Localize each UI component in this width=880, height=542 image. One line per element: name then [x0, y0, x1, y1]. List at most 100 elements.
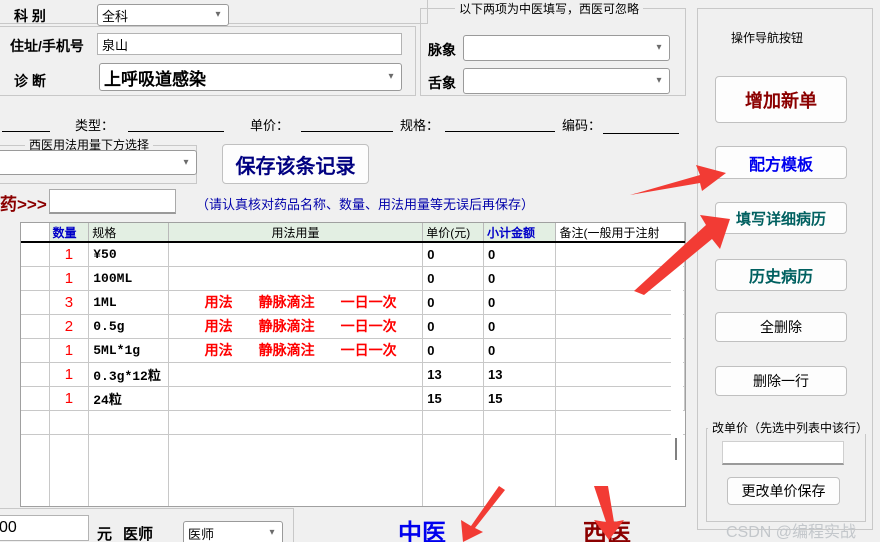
- table-row[interactable]: 1 24粒 15 15: [21, 386, 685, 411]
- save-record-button[interactable]: 保存该条记录: [222, 144, 369, 184]
- cell-empty[interactable]: [422, 434, 485, 458]
- spec-underline[interactable]: [445, 131, 555, 132]
- cell-usage[interactable]: [168, 362, 424, 387]
- cell-price[interactable]: 15: [422, 386, 485, 411]
- code-underline[interactable]: [603, 133, 679, 134]
- cell-subtotal[interactable]: 15: [483, 386, 557, 411]
- cell-empty[interactable]: [168, 482, 424, 506]
- cell-remark[interactable]: [555, 362, 685, 387]
- address-input[interactable]: 泉山: [97, 33, 402, 55]
- cell-spec[interactable]: 100ML: [88, 266, 169, 291]
- cell-remark[interactable]: [555, 338, 685, 363]
- cell-empty[interactable]: [21, 482, 50, 506]
- drug-search-input[interactable]: [49, 189, 176, 214]
- cell-empty[interactable]: [88, 458, 169, 482]
- col-header-spec[interactable]: 规格: [88, 223, 169, 243]
- diagnosis-combo[interactable]: 上呼吸道感染 ▾: [99, 63, 402, 91]
- cell-empty[interactable]: [49, 434, 90, 458]
- cell-subtotal[interactable]: 0: [483, 266, 557, 291]
- save-price-button[interactable]: 更改单价保存: [727, 477, 840, 505]
- cell-empty[interactable]: [556, 458, 685, 482]
- col-header-name[interactable]: [21, 223, 50, 243]
- table-row[interactable]: 1 100ML 0 0: [21, 266, 685, 291]
- cell-empty[interactable]: [168, 410, 424, 435]
- tongue-combo[interactable]: ▾: [463, 68, 670, 94]
- cell-spec[interactable]: 0.5g: [88, 314, 169, 339]
- delete-row-button[interactable]: 删除一行: [715, 366, 847, 396]
- cell-empty[interactable]: [483, 434, 557, 458]
- table-row-empty[interactable]: [21, 410, 685, 435]
- cell-empty[interactable]: [556, 434, 685, 458]
- cell-price[interactable]: 0: [422, 266, 485, 291]
- cell-price[interactable]: 13: [422, 362, 485, 387]
- cell-qty[interactable]: 1: [49, 266, 90, 291]
- doctor-combo[interactable]: 医师 ▾: [183, 521, 283, 542]
- cell-price[interactable]: 0: [422, 314, 485, 339]
- cell-remark[interactable]: [555, 386, 685, 411]
- cell-empty[interactable]: [88, 410, 169, 435]
- unit-price-underline[interactable]: [301, 131, 393, 132]
- cell-name[interactable]: [21, 266, 50, 291]
- table-scrollbar-thumb[interactable]: [675, 438, 677, 460]
- cell-name[interactable]: [21, 386, 50, 411]
- total-amount-input[interactable]: 00: [0, 515, 89, 541]
- cell-empty[interactable]: [88, 482, 169, 506]
- table-row[interactable]: 1 0.3g*12粒 13 13: [21, 362, 685, 387]
- cell-empty[interactable]: [88, 434, 169, 458]
- formula-template-button[interactable]: 配方模板: [715, 146, 847, 179]
- cell-remark[interactable]: [555, 266, 685, 291]
- cell-subtotal[interactable]: 13: [483, 362, 557, 387]
- cell-subtotal[interactable]: 0: [483, 242, 557, 267]
- price-edit-input[interactable]: [722, 441, 844, 465]
- table-row-empty[interactable]: [21, 458, 685, 482]
- cell-empty[interactable]: [21, 410, 50, 435]
- col-header-qty[interactable]: 数量: [49, 223, 90, 243]
- cell-empty[interactable]: [49, 482, 90, 506]
- delete-all-button[interactable]: 全删除: [715, 312, 847, 342]
- cell-empty[interactable]: [555, 410, 685, 435]
- cell-spec[interactable]: 0.3g*12粒: [88, 362, 169, 387]
- cell-subtotal[interactable]: 0: [483, 290, 557, 315]
- history-record-button[interactable]: 历史病历: [715, 259, 847, 291]
- table-row[interactable]: 1 ¥50 0 0: [21, 242, 685, 267]
- dept-combo[interactable]: 全科 ▾: [97, 4, 229, 26]
- cell-spec[interactable]: 1ML: [88, 290, 169, 315]
- col-header-usage[interactable]: 用法用量: [168, 223, 424, 243]
- cell-empty[interactable]: [168, 458, 424, 482]
- cell-qty[interactable]: 1: [49, 386, 90, 411]
- cell-empty[interactable]: [49, 410, 90, 435]
- cell-price[interactable]: 0: [422, 242, 485, 267]
- cell-name[interactable]: [21, 290, 50, 315]
- type-field-underline[interactable]: [128, 131, 224, 132]
- cell-price[interactable]: 0: [422, 290, 485, 315]
- table-row-empty[interactable]: [21, 434, 685, 458]
- cell-empty[interactable]: [422, 410, 485, 435]
- col-header-price[interactable]: 单价(元): [422, 223, 485, 243]
- cell-remark[interactable]: [555, 242, 685, 267]
- cell-name[interactable]: [21, 314, 50, 339]
- cell-empty[interactable]: [21, 434, 50, 458]
- col-header-subtotal[interactable]: 小计金额: [483, 223, 557, 243]
- cell-qty[interactable]: 1: [49, 338, 90, 363]
- cell-name[interactable]: [21, 338, 50, 363]
- cell-subtotal[interactable]: 0: [483, 338, 557, 363]
- cell-empty[interactable]: [483, 458, 557, 482]
- cell-empty[interactable]: [556, 482, 685, 506]
- cell-name[interactable]: [21, 242, 50, 267]
- fill-detailed-record-button[interactable]: 填写详细病历: [715, 202, 847, 234]
- cell-usage[interactable]: 用法 静脉滴注 一日一次: [168, 314, 424, 339]
- cell-empty[interactable]: [422, 458, 485, 482]
- prescription-table[interactable]: 数量 规格 用法用量 单价(元) 小计金额 备注(一般用于注射 1 ¥50 0 0 1 1…: [20, 222, 686, 507]
- cell-qty[interactable]: 3: [49, 290, 90, 315]
- col-header-remark[interactable]: 备注(一般用于注射: [555, 223, 685, 243]
- table-scrollbar[interactable]: [671, 243, 683, 504]
- cell-empty[interactable]: [483, 410, 557, 435]
- cell-qty[interactable]: 2: [49, 314, 90, 339]
- cell-qty[interactable]: 1: [49, 242, 90, 267]
- cell-spec[interactable]: ¥50: [88, 242, 169, 267]
- cell-spec[interactable]: 5ML*1g: [88, 338, 169, 363]
- table-row[interactable]: 2 0.5g 用法 静脉滴注 一日一次 0 0: [21, 314, 685, 339]
- cell-empty[interactable]: [21, 458, 50, 482]
- cell-usage[interactable]: [168, 242, 424, 267]
- pulse-combo[interactable]: ▾: [463, 35, 670, 61]
